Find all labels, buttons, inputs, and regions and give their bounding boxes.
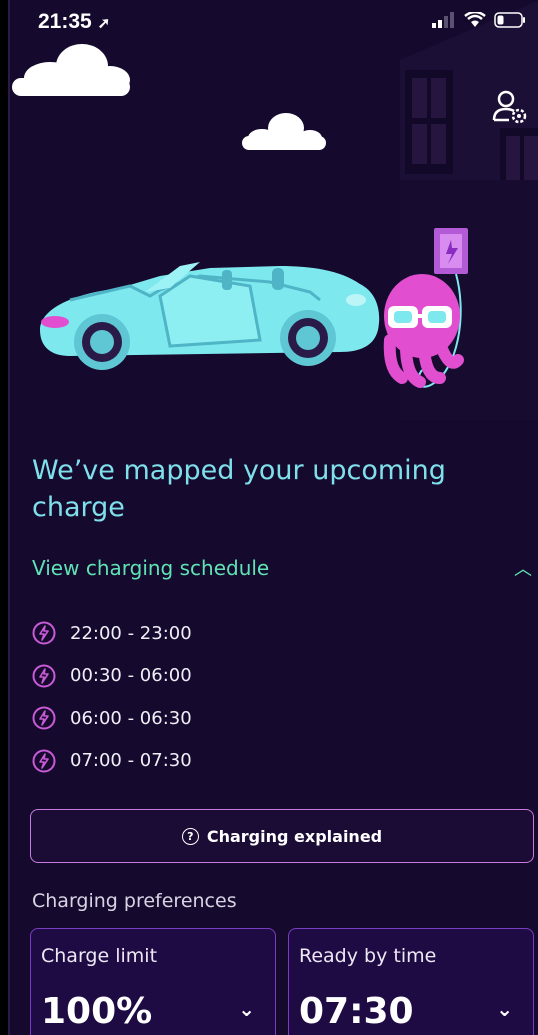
chevron-up-icon: ︿ — [514, 559, 532, 580]
question-circle-icon: ? — [181, 827, 199, 845]
ready-by-value: 07:30 — [299, 991, 414, 1032]
lightning-bolt-icon — [32, 706, 56, 730]
cloud-small-icon — [242, 113, 326, 150]
app-screen: 21:35 ➚ We’ve mapped your upcoming charg… — [8, 0, 538, 1035]
hero-illustration — [12, 0, 538, 420]
location-arrow-icon: ➚ — [97, 15, 111, 32]
slot-time: 00:30 - 06:00 — [70, 665, 192, 687]
headline: We’ve mapped your upcoming charge — [32, 455, 446, 523]
charging-explained-button[interactable]: ? Charging explained — [30, 809, 534, 863]
schedule-toggle-label: View charging schedule — [32, 556, 270, 580]
cloud-icon — [12, 44, 130, 96]
ready-by-time-select[interactable]: Ready by time 07:30 ⌄ — [288, 928, 534, 1035]
slot-time: 22:00 - 23:00 — [70, 622, 192, 644]
lightning-bolt-icon — [32, 621, 56, 645]
charging-explained-label: Charging explained — [206, 826, 383, 846]
wifi-icon — [464, 12, 486, 27]
charge-limit-select[interactable]: Charge limit 100% ⌄ — [30, 928, 276, 1035]
lightning-bolt-icon — [32, 749, 56, 773]
slot-time: 07:00 - 07:30 — [70, 750, 192, 772]
view-charging-schedule-toggle[interactable]: View charging schedule ︿ — [32, 552, 538, 584]
charge-limit-value: 100% — [41, 991, 153, 1032]
octopus-mascot — [383, 274, 464, 388]
list-item: 07:00 - 07:30 — [32, 740, 192, 783]
chevron-down-icon: ⌄ — [496, 997, 513, 1021]
ready-by-title: Ready by time — [299, 945, 437, 967]
charging-preferences-heading: Charging preferences — [32, 890, 237, 912]
signal-icon — [432, 12, 454, 28]
list-item: 22:00 - 23:00 — [32, 612, 192, 655]
charge-limit-title: Charge limit — [41, 945, 158, 967]
battery-icon — [494, 12, 525, 28]
slot-time: 06:00 - 06:30 — [70, 707, 192, 729]
chevron-down-icon: ⌄ — [238, 997, 255, 1021]
account-settings-icon[interactable] — [492, 88, 528, 128]
list-item: 00:30 - 06:00 — [32, 655, 192, 698]
charging-schedule-list: 22:00 - 23:00 00:30 - 06:00 06:00 - 06:3… — [32, 612, 192, 782]
car-illustration — [40, 262, 380, 370]
status-icons — [432, 12, 526, 28]
status-time: 21:35 ➚ — [38, 10, 111, 33]
list-item: 06:00 - 06:30 — [32, 697, 192, 740]
lightning-bolt-icon — [32, 664, 56, 688]
